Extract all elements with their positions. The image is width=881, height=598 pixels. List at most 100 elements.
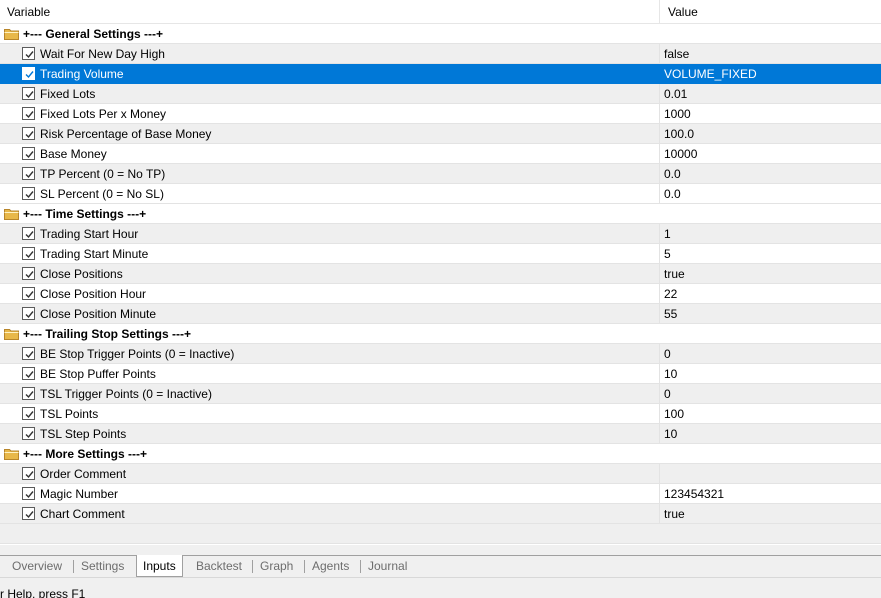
tab-graph[interactable]: Graph	[254, 556, 299, 577]
input-row-trading-start-minute[interactable]: Trading Start Minute 5	[0, 244, 881, 264]
variable-label: BE Stop Trigger Points (0 = Inactive)	[40, 347, 235, 361]
variable-label: TSL Points	[40, 407, 99, 421]
input-row-tsl-trigger-points-0-inactive[interactable]: TSL Trigger Points (0 = Inactive) 0	[0, 384, 881, 404]
input-row-base-money[interactable]: Base Money 10000	[0, 144, 881, 164]
value-cell[interactable]: 22	[661, 284, 881, 304]
value-cell[interactable]: 0	[661, 344, 881, 364]
variable-label: Risk Percentage of Base Money	[40, 127, 212, 141]
tab-journal[interactable]: Journal	[362, 556, 413, 577]
input-row-be-stop-trigger-points-0-inactive[interactable]: BE Stop Trigger Points (0 = Inactive) 0	[0, 344, 881, 364]
value-cell[interactable]: 55	[661, 304, 881, 324]
checkbox-checked-icon[interactable]	[22, 127, 35, 140]
tester-tab-bar: Overview Settings Inputs Backtest Graph Agent…	[0, 555, 881, 577]
input-row-close-positions[interactable]: Close Positions true	[0, 264, 881, 284]
checkbox-checked-icon[interactable]	[22, 267, 35, 280]
input-row-tp-percent-0-no-tp[interactable]: TP Percent (0 = No TP) 0.0	[0, 164, 881, 184]
value-cell[interactable]: true	[661, 504, 881, 524]
value-cell[interactable]: 10000	[661, 144, 881, 164]
input-row-tsl-points[interactable]: TSL Points 100	[0, 404, 881, 424]
value-cell[interactable]: 0.01	[661, 84, 881, 104]
input-row-wait-for-new-day-high[interactable]: Wait For New Day High false	[0, 44, 881, 64]
tab-overview[interactable]: Overview	[6, 556, 68, 577]
input-row-sl-percent-0-no-sl[interactable]: SL Percent (0 = No SL) 0.0	[0, 184, 881, 204]
tab-separator	[73, 560, 74, 573]
checkbox-checked-icon[interactable]	[22, 187, 35, 200]
value-cell[interactable]: 1000	[661, 104, 881, 124]
checkbox-checked-icon[interactable]	[22, 227, 35, 240]
variable-label: Close Positions	[40, 267, 123, 281]
value-cell[interactable]: 0.0	[661, 164, 881, 184]
checkbox-checked-icon[interactable]	[22, 167, 35, 180]
group-row-time-settings[interactable]: +--- Time Settings ---+	[0, 204, 881, 224]
checkbox-checked-icon[interactable]	[22, 107, 35, 120]
checkbox-checked-icon[interactable]	[22, 407, 35, 420]
input-row-magic-number[interactable]: Magic Number 123454321	[0, 484, 881, 504]
tab-backtest[interactable]: Backtest	[190, 556, 248, 577]
checkbox-checked-icon[interactable]	[22, 507, 35, 520]
variable-cell: Wait For New Day High	[0, 44, 660, 64]
group-cell: +--- Time Settings ---+	[0, 204, 881, 224]
input-row-fixed-lots[interactable]: Fixed Lots 0.01	[0, 84, 881, 104]
variable-label: Trading Start Minute	[40, 247, 149, 261]
value-cell[interactable]: 5	[661, 244, 881, 264]
checkbox-checked-icon[interactable]	[22, 147, 35, 160]
variable-cell: TP Percent (0 = No TP)	[0, 164, 660, 184]
value-cell[interactable]: false	[661, 44, 881, 64]
checkbox-checked-icon[interactable]	[22, 307, 35, 320]
variable-cell: Order Comment	[0, 464, 660, 484]
group-title: +--- General Settings ---+	[23, 27, 164, 41]
input-row-trading-volume[interactable]: Trading Volume VOLUME_FIXED	[0, 64, 881, 84]
variable-cell: TSL Step Points	[0, 424, 660, 444]
checkbox-checked-icon[interactable]	[22, 287, 35, 300]
input-row-close-position-hour[interactable]: Close Position Hour 22	[0, 284, 881, 304]
tab-separator	[360, 560, 361, 573]
value-cell[interactable]: 0	[661, 384, 881, 404]
checkbox-checked-icon[interactable]	[22, 67, 35, 80]
value-cell[interactable]: 0.0	[661, 184, 881, 204]
group-cell: +--- More Settings ---+	[0, 444, 881, 464]
input-row-chart-comment[interactable]: Chart Comment true	[0, 504, 881, 524]
value-cell[interactable]: 10	[661, 364, 881, 384]
group-row-more-settings[interactable]: +--- More Settings ---+	[0, 444, 881, 464]
value-cell[interactable]: true	[661, 264, 881, 284]
checkbox-checked-icon[interactable]	[22, 247, 35, 260]
tab-inputs[interactable]: Inputs	[136, 555, 183, 577]
variable-column-header[interactable]: Variable	[0, 0, 660, 24]
checkbox-checked-icon[interactable]	[22, 87, 35, 100]
value-cell[interactable]: 1	[661, 224, 881, 244]
input-row-risk-percentage-of-base-money[interactable]: Risk Percentage of Base Money 100.0	[0, 124, 881, 144]
value-cell[interactable]: 123454321	[661, 484, 881, 504]
variable-label: TSL Step Points	[40, 427, 127, 441]
table-bottom-gap	[0, 545, 881, 555]
checkbox-checked-icon[interactable]	[22, 347, 35, 360]
checkbox-checked-icon[interactable]	[22, 47, 35, 60]
value-cell[interactable]: 10	[661, 424, 881, 444]
input-row-fixed-lots-per-x-money[interactable]: Fixed Lots Per x Money 1000	[0, 104, 881, 124]
tab-agents[interactable]: Agents	[306, 556, 355, 577]
checkbox-checked-icon[interactable]	[22, 467, 35, 480]
input-row-tsl-step-points[interactable]: TSL Step Points 10	[0, 424, 881, 444]
variable-label: BE Stop Puffer Points	[40, 367, 156, 381]
input-row-be-stop-puffer-points[interactable]: BE Stop Puffer Points 10	[0, 364, 881, 384]
variable-cell: Trading Start Hour	[0, 224, 660, 244]
folder-icon	[4, 209, 19, 220]
checkbox-checked-icon[interactable]	[22, 387, 35, 400]
folder-icon	[4, 329, 19, 340]
value-cell[interactable]: 100.0	[661, 124, 881, 144]
tab-settings[interactable]: Settings	[75, 556, 130, 577]
value-column-header[interactable]: Value	[661, 0, 881, 24]
group-row-trailing-stop-settings[interactable]: +--- Trailing Stop Settings ---+	[0, 324, 881, 344]
value-cell[interactable]: 100	[661, 404, 881, 424]
value-cell[interactable]: VOLUME_FIXED	[661, 64, 881, 84]
variable-label: Chart Comment	[40, 507, 125, 521]
checkbox-checked-icon[interactable]	[22, 427, 35, 440]
variable-cell: SL Percent (0 = No SL)	[0, 184, 660, 204]
input-row-close-position-minute[interactable]: Close Position Minute 55	[0, 304, 881, 324]
input-row-trading-start-hour[interactable]: Trading Start Hour 1	[0, 224, 881, 244]
group-row-general-settings[interactable]: +--- General Settings ---+	[0, 24, 881, 44]
variable-label: Close Position Minute	[40, 307, 157, 321]
value-cell[interactable]	[661, 464, 881, 484]
checkbox-checked-icon[interactable]	[22, 487, 35, 500]
input-row-order-comment[interactable]: Order Comment	[0, 464, 881, 484]
checkbox-checked-icon[interactable]	[22, 367, 35, 380]
